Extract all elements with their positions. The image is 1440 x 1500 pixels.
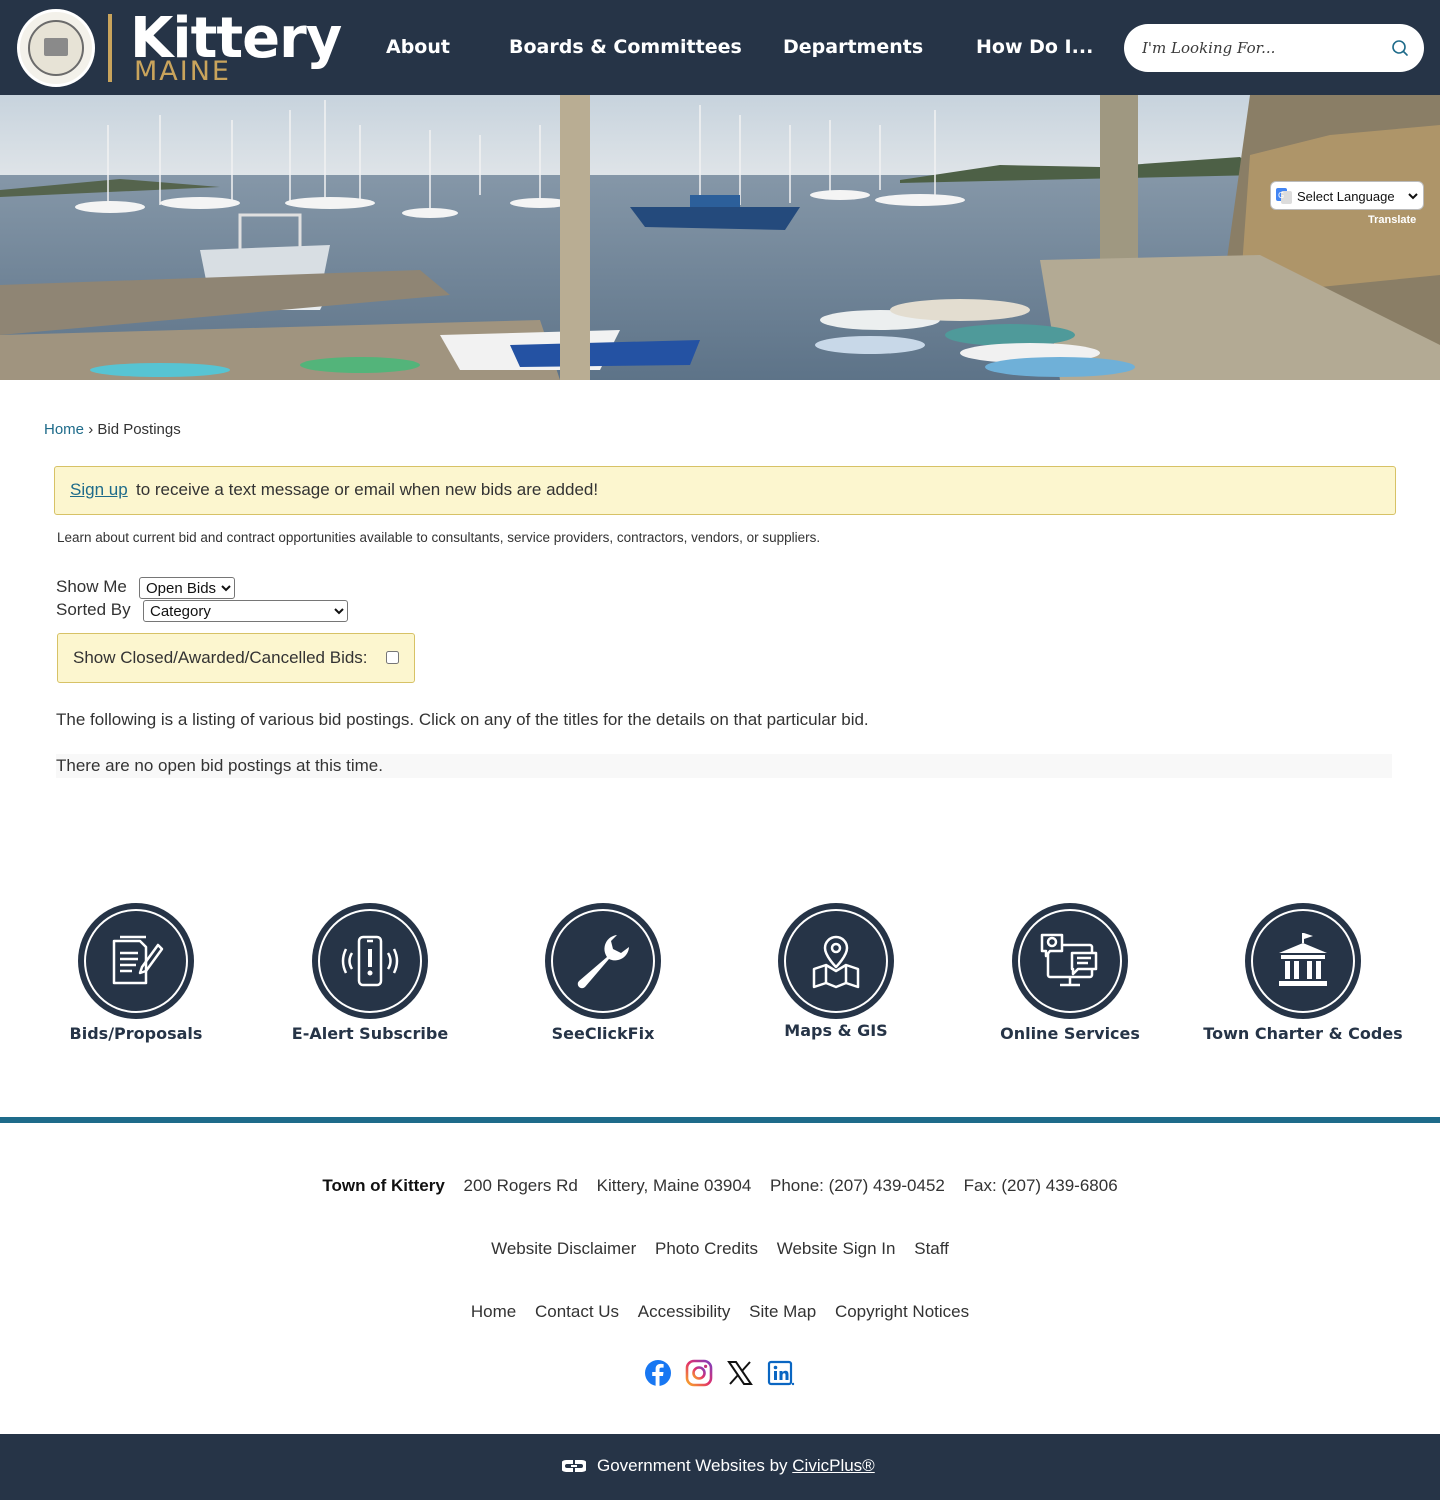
svg-text:G: G — [1278, 191, 1284, 200]
closed-bids-checkbox[interactable] — [386, 651, 399, 664]
instagram-icon[interactable] — [685, 1359, 713, 1387]
x-icon[interactable] — [726, 1359, 754, 1387]
quick-link-circle — [778, 903, 894, 1019]
quick-link-label[interactable]: Town Charter & Codes — [1186, 1024, 1420, 1044]
quick-link-seeclickfix[interactable]: SeeClickFix — [486, 900, 720, 1060]
quick-link-circle — [1245, 903, 1361, 1019]
seal-emblem — [28, 20, 84, 76]
signup-link[interactable]: Sign up — [70, 480, 128, 500]
logo-state: MAINE — [134, 56, 231, 87]
breadcrumb: Home › Bid Postings — [44, 420, 181, 440]
footer-address: 200 Rogers Rd — [463, 1176, 578, 1195]
civicplus-logo-icon — [562, 1460, 586, 1472]
footer-link-copyright[interactable]: Copyright Notices — [835, 1302, 969, 1321]
quick-link-label[interactable]: E-Alert Subscribe — [253, 1024, 487, 1044]
footer-city: Kittery, Maine 03904 — [596, 1176, 752, 1195]
breadcrumb-current: Bid Postings — [97, 421, 181, 438]
site-header: Kittery MAINE About Boards & Committees … — [0, 0, 1440, 95]
footer-link-accessibility[interactable]: Accessibility — [638, 1302, 731, 1321]
document-pen-icon — [112, 935, 164, 985]
footer-phone[interactable]: Phone: (207) 439-0452 — [770, 1176, 945, 1195]
town-seal-logo[interactable] — [17, 9, 95, 87]
wrench-icon — [577, 935, 629, 989]
search-input[interactable] — [1142, 34, 1382, 62]
quick-link-circle — [545, 903, 661, 1019]
nav-departments[interactable]: Departments — [783, 33, 923, 61]
seal-ship-graphic — [44, 38, 68, 56]
footer-link-staff[interactable]: Staff — [914, 1239, 949, 1258]
sorted-by-label: Sorted By — [56, 600, 131, 619]
quick-link-maps-gis[interactable]: Maps & GIS — [719, 900, 953, 1060]
quick-link-label[interactable]: SeeClickFix — [486, 1024, 720, 1044]
nav-how-do-i[interactable]: How Do I... — [976, 33, 1093, 61]
google-translate-icon: G — [1276, 188, 1292, 204]
footer-link-contact-us[interactable]: Contact Us — [535, 1302, 619, 1321]
civicplus-link[interactable]: CivicPlus® — [792, 1456, 874, 1475]
show-me-label: Show Me — [56, 577, 127, 596]
language-select[interactable]: Select Language — [1293, 186, 1421, 206]
footer-fax: Fax: (207) 439-6806 — [963, 1176, 1118, 1195]
quick-link-label[interactable]: Bids/Proposals — [19, 1024, 253, 1044]
footer-contact-info: Town of Kittery 200 Rogers Rd Kittery, M… — [0, 1175, 1440, 1197]
nav-about[interactable]: About — [386, 33, 450, 61]
quick-link-circle — [78, 903, 194, 1019]
quick-link-label[interactable]: Maps & GIS — [719, 1021, 953, 1041]
closed-bids-filter: Show Closed/Awarded/Cancelled Bids: — [57, 633, 415, 683]
nav-boards-committees[interactable]: Boards & Committees — [509, 33, 742, 61]
no-bids-row: There are no open bid postings at this t… — [56, 754, 1392, 778]
footer-org-name: Town of Kittery — [322, 1176, 445, 1195]
quick-link-circle — [1012, 903, 1128, 1019]
breadcrumb-separator: › — [88, 421, 94, 438]
quick-link-label[interactable]: Online Services — [953, 1024, 1187, 1044]
footer-link-disclaimer[interactable]: Website Disclaimer — [491, 1239, 636, 1258]
computer-chat-icon — [1040, 933, 1098, 987]
signup-alert-text: to receive a text message or email when … — [136, 480, 599, 499]
footer-link-sign-in[interactable]: Website Sign In — [777, 1239, 896, 1258]
intro-text: Learn about current bid and contract opp… — [57, 530, 821, 545]
footer-links-primary: Website Disclaimer Photo Credits Website… — [0, 1238, 1440, 1260]
quick-link-bids-proposals[interactable]: Bids/Proposals — [19, 900, 253, 1060]
civicplus-credit: Government Websites by CivicPlus® — [597, 1455, 875, 1477]
signup-alert: Sign up to receive a text message or ema… — [54, 466, 1396, 515]
breadcrumb-home[interactable]: Home — [44, 421, 84, 438]
sorted-by-select[interactable]: Category — [143, 600, 348, 622]
footer-divider — [0, 1117, 1440, 1123]
quick-link-e-alert[interactable]: E-Alert Subscribe — [253, 900, 487, 1060]
civicplus-credit-text: Government Websites by — [597, 1456, 788, 1475]
search-icon[interactable] — [1390, 38, 1410, 58]
search-box — [1124, 24, 1424, 72]
civicplus-bar: Government Websites by CivicPlus® — [0, 1434, 1440, 1500]
quick-link-circle — [312, 903, 428, 1019]
town-hall-icon — [1279, 933, 1327, 986]
quick-link-online-services[interactable]: Online Services — [953, 900, 1187, 1060]
show-me-select[interactable]: Open Bids — [139, 577, 235, 599]
linkedin-icon[interactable] — [767, 1359, 795, 1387]
google-translate-widget: G Select Language — [1270, 181, 1424, 210]
map-pin-icon — [812, 935, 860, 989]
phone-alert-icon — [341, 935, 399, 987]
no-bids-message: There are no open bid postings at this t… — [56, 756, 383, 775]
closed-bids-label: Show Closed/Awarded/Cancelled Bids: — [73, 648, 368, 667]
footer-link-photo-credits[interactable]: Photo Credits — [655, 1239, 758, 1258]
listing-description: The following is a listing of various bi… — [56, 710, 869, 729]
footer-link-site-map[interactable]: Site Map — [749, 1302, 816, 1321]
footer-links-secondary: Home Contact Us Accessibility Site Map C… — [0, 1301, 1440, 1323]
harbor-photo — [0, 95, 1440, 380]
quick-link-town-charter[interactable]: Town Charter & Codes — [1186, 900, 1420, 1060]
translate-credit[interactable]: Translate — [1368, 214, 1416, 226]
facebook-icon[interactable] — [644, 1359, 672, 1387]
footer-link-home[interactable]: Home — [471, 1302, 516, 1321]
logo-divider — [108, 14, 112, 82]
hero-harbor-image: G Select Language Translate — [0, 95, 1440, 380]
